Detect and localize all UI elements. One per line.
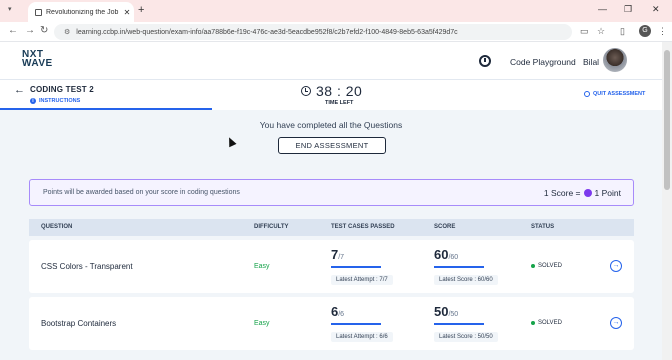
difficulty-value: Easy [254, 263, 270, 270]
nxtwave-logo[interactable]: NXT WAVE [22, 50, 53, 69]
quit-icon [584, 91, 590, 97]
clock-icon [301, 86, 311, 96]
score-progress [434, 266, 484, 268]
back-icon[interactable]: ← [8, 25, 18, 36]
solved-dot-icon [531, 264, 535, 268]
avatar[interactable] [603, 48, 627, 72]
status-badge: SOLVED [531, 263, 562, 269]
total-count: /7 [338, 254, 345, 261]
tab-favicon-icon [35, 8, 42, 16]
test-title: CODING TEST 2 [30, 85, 94, 94]
header-difficulty: DIFFICULTY [254, 224, 289, 230]
active-tab-indicator [0, 108, 212, 110]
end-assessment-button[interactable]: END ASSESSMENT [278, 137, 386, 154]
coin-icon [583, 189, 592, 197]
test-cases-cell: 6/6 Latest Attempt : 6/6 [331, 303, 393, 343]
score-conversion: 1 Score = 1 Point [544, 188, 621, 198]
score-cell: 60/60 Latest Score : 60/60 [434, 246, 498, 286]
bookmark-star-icon[interactable]: ☆ [597, 26, 605, 37]
browser-tab[interactable]: Revolutionizing the Job Market ✕ [28, 2, 134, 22]
status-badge: SOLVED [531, 320, 562, 326]
logo-bottom: WAVE [22, 58, 53, 69]
header-score: SCORE [434, 224, 456, 230]
page-scrollbar[interactable] [662, 42, 672, 360]
open-question-arrow-icon[interactable]: → [610, 260, 622, 272]
quit-assessment-button[interactable]: QUIT ASSESSMENT [584, 91, 645, 97]
close-tab-icon[interactable]: ✕ [120, 8, 134, 17]
score-cell: 50/50 Latest Score : 50/50 [434, 303, 498, 343]
maximize-icon[interactable]: ❐ [624, 4, 632, 15]
header-status: STATUS [531, 224, 555, 230]
points-message: Points will be awarded based on your sco… [43, 189, 240, 196]
status-label: SOLVED [538, 263, 562, 269]
tab-search-icon[interactable]: ▾ [8, 5, 12, 13]
solved-dot-icon [531, 321, 535, 325]
profile-avatar[interactable]: G [639, 25, 651, 37]
cast-icon[interactable]: ▭ [580, 26, 589, 37]
timer-value: 38 : 20 [316, 83, 363, 99]
url-text: learning.ccbp.in/web-question/exam-info/… [76, 28, 458, 36]
test-cases-progress [331, 266, 381, 268]
new-tab-icon[interactable]: + [138, 4, 144, 16]
points-banner: Points will be awarded based on your sco… [29, 179, 634, 206]
back-arrow-icon[interactable]: ← [14, 84, 25, 96]
reload-icon[interactable]: ↻ [40, 25, 48, 36]
quit-label: QUIT ASSESSMENT [593, 91, 646, 97]
latest-attempt: Latest Attempt : 7/7 [331, 275, 393, 285]
completion-message: You have completed all the Questions [259, 120, 403, 130]
time-left-label: TIME LEFT [325, 100, 354, 106]
question-name: Bootstrap Containers [41, 319, 117, 328]
site-info-icon[interactable]: ⚙ [64, 28, 70, 36]
latest-score: Latest Score : 60/60 [434, 275, 498, 285]
table-header: QUESTION DIFFICULTY TEST CASES PASSED SC… [29, 219, 634, 236]
latest-score: Latest Score : 50/50 [434, 332, 498, 342]
browser-address-bar: ← → ↻ ⚙ learning.ccbp.in/web-question/ex… [0, 22, 672, 42]
header-question: QUESTION [41, 224, 73, 230]
browser-menu-icon[interactable]: ⋮ [658, 26, 667, 37]
score-progress [434, 323, 484, 325]
scrollbar-thumb[interactable] [664, 50, 670, 190]
score-value: 60 [434, 247, 449, 262]
test-cases-cell: 7/7 Latest Attempt : 7/7 [331, 246, 393, 286]
minimize-icon[interactable]: — [598, 4, 607, 14]
close-window-icon[interactable]: ✕ [652, 4, 660, 15]
mouse-cursor-icon [225, 135, 237, 148]
browser-tab-bar: ▾ Revolutionizing the Job Market ✕ + — ❐… [0, 0, 672, 22]
score-total: /50 [448, 311, 459, 318]
score-prefix: 1 Score = [543, 188, 581, 198]
total-count: /6 [338, 311, 345, 318]
app-header: NXT WAVE Code Playground Bilal [0, 42, 662, 80]
side-panel-icon[interactable]: ▯ [620, 26, 625, 37]
code-playground-link[interactable]: Code Playground [510, 57, 576, 67]
score-total: /60 [448, 254, 459, 261]
tab-title: Revolutionizing the Job Market [46, 8, 120, 16]
difficulty-value: Easy [254, 320, 270, 327]
score-suffix: 1 Point [594, 188, 621, 198]
test-cases-progress [331, 323, 381, 325]
instructions-link[interactable]: i INSTRUCTIONS [30, 98, 80, 104]
username[interactable]: Bilal [583, 57, 599, 67]
question-name: CSS Colors - Transparent [41, 262, 133, 271]
table-row[interactable]: CSS Colors - Transparent Easy 7/7 Latest… [29, 240, 634, 293]
status-label: SOLVED [538, 320, 562, 326]
test-bar: ← CODING TEST 2 i INSTRUCTIONS 38 : 20 T… [0, 80, 662, 110]
url-field[interactable]: ⚙ learning.ccbp.in/web-question/exam-inf… [54, 24, 572, 40]
timer-icon[interactable] [479, 55, 491, 67]
forward-icon[interactable]: → [25, 25, 35, 36]
open-question-arrow-icon[interactable]: → [610, 317, 622, 329]
info-icon: i [30, 98, 36, 104]
latest-attempt: Latest Attempt : 6/6 [331, 332, 393, 342]
score-value: 50 [434, 304, 449, 319]
table-row[interactable]: Bootstrap Containers Easy 6/6 Latest Att… [29, 297, 634, 350]
instructions-label: INSTRUCTIONS [39, 98, 81, 104]
header-test-cases: TEST CASES PASSED [331, 224, 395, 230]
